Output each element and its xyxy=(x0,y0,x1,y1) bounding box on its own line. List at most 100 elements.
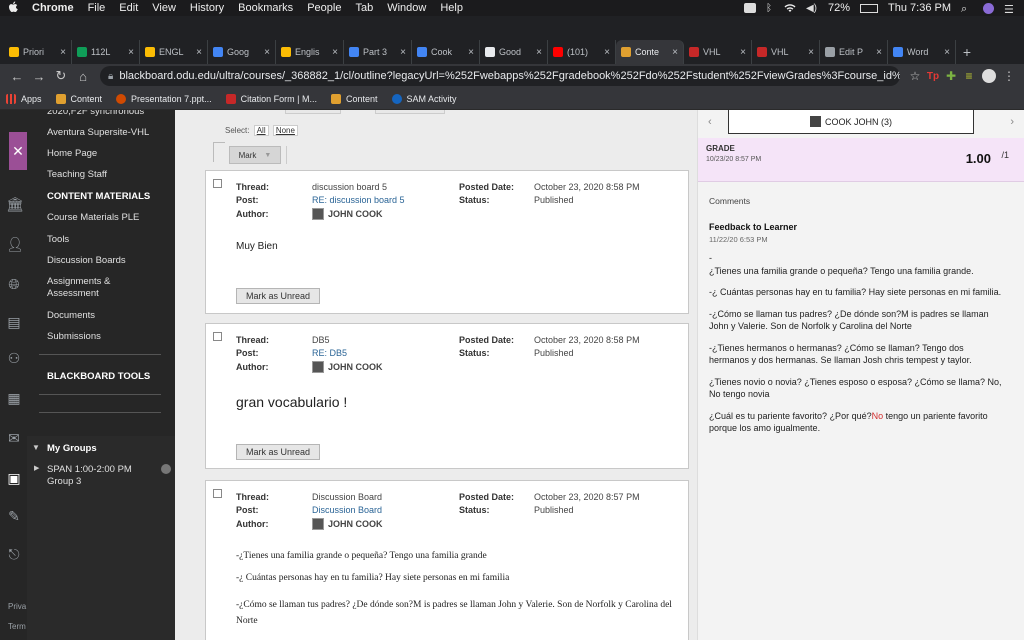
chevron-down-icon[interactable]: ▼ xyxy=(32,443,40,452)
profile-avatar[interactable] xyxy=(982,69,996,83)
mark-as-unread-button[interactable]: Mark as Unread xyxy=(236,288,320,304)
menu-teaching-staff[interactable]: Teaching Staff xyxy=(47,169,169,181)
bluetooth-icon[interactable]: ᛒ xyxy=(766,3,774,14)
chrome-menu-icon[interactable]: ⋮ xyxy=(1000,69,1018,83)
close-course-panel-button[interactable]: ✕ xyxy=(9,132,27,170)
bookmark-sam-activity[interactable]: SAM Activity xyxy=(391,93,457,104)
volume-icon[interactable]: ◀) xyxy=(806,3,818,14)
group-span-item[interactable]: SPAN 1:00-2:00 PM Group 3 xyxy=(47,464,159,488)
menu-aventura-supersite[interactable]: Aventura Supersite-VHL xyxy=(47,127,169,139)
bookmark-star-icon[interactable]: ☆ xyxy=(906,69,924,83)
browser-tab[interactable]: Good × xyxy=(480,40,548,64)
menu-course-materials-ple[interactable]: Course Materials PLE xyxy=(47,212,169,224)
menu-documents[interactable]: Documents xyxy=(47,310,169,322)
author[interactable]: JOHN COOK xyxy=(312,208,383,220)
reading-list-icon[interactable]: ≡ xyxy=(960,69,978,83)
tab-close-icon[interactable]: × xyxy=(876,47,882,58)
previous-student-icon[interactable]: ‹ xyxy=(708,116,712,128)
control-center-icon[interactable]: ☰ xyxy=(1004,3,1016,16)
menubar-app-name[interactable]: Chrome xyxy=(32,2,74,14)
browser-tab[interactable]: VHL × xyxy=(684,40,752,64)
select-none-link[interactable]: None xyxy=(272,125,298,136)
student-selector[interactable]: COOK JOHN (3) xyxy=(728,110,974,134)
post-checkbox[interactable] xyxy=(213,489,222,498)
group-options-icon[interactable] xyxy=(161,464,171,474)
spotlight-search-icon[interactable]: ⌕ xyxy=(961,3,973,15)
browser-tab[interactable]: (101) × xyxy=(548,40,616,64)
bookmark-apps[interactable]: Apps xyxy=(6,93,42,104)
menu-bookmarks[interactable]: Bookmarks xyxy=(238,2,293,14)
wifi-icon[interactable] xyxy=(784,3,796,13)
browser-tab[interactable]: ENGL × xyxy=(140,40,208,64)
tab-close-icon[interactable]: × xyxy=(264,47,270,58)
browser-tab[interactable]: Part 3 × xyxy=(344,40,412,64)
camera-icon[interactable] xyxy=(743,3,756,13)
post-checkbox[interactable] xyxy=(213,179,222,188)
menu-file[interactable]: File xyxy=(88,2,106,14)
reload-icon[interactable]: ↻ xyxy=(50,68,72,84)
menu-home-page[interactable]: Home Page xyxy=(47,148,169,160)
tab-close-icon[interactable]: × xyxy=(944,47,950,58)
siri-icon[interactable] xyxy=(983,2,994,14)
tab-close-icon[interactable]: × xyxy=(400,47,406,58)
post-link[interactable]: Discussion Board xyxy=(312,505,382,515)
profile-icon[interactable]: 👤︎ xyxy=(6,236,24,252)
bookmark-content-1[interactable]: Content xyxy=(55,93,102,104)
post-link[interactable]: RE: discussion board 5 xyxy=(312,195,405,205)
menu-submissions[interactable]: Submissions xyxy=(47,331,169,343)
back-icon[interactable]: ← xyxy=(6,69,28,84)
forward-icon[interactable]: → xyxy=(28,69,50,84)
browser-tab[interactable]: 112L × xyxy=(72,40,140,64)
privacy-link[interactable]: Priva xyxy=(8,602,26,618)
tab-close-icon[interactable]: × xyxy=(740,47,746,58)
menu-tools[interactable]: Tools xyxy=(47,234,169,246)
bookmark-content-2[interactable]: Content xyxy=(330,93,378,104)
apple-icon[interactable] xyxy=(8,1,22,16)
select-all-link[interactable]: All xyxy=(253,125,269,136)
tools-icon[interactable]: ✎ xyxy=(6,508,22,524)
browser-tab[interactable]: Englis × xyxy=(276,40,344,64)
tab-close-icon[interactable]: × xyxy=(128,47,134,58)
battery-icon[interactable] xyxy=(860,3,879,13)
browser-tab[interactable]: Goog × xyxy=(208,40,276,64)
messages-icon[interactable]: ✉ xyxy=(6,430,22,446)
bookmark-citation-form[interactable]: Citation Form | M... xyxy=(225,93,317,104)
chevron-right-icon[interactable]: ▶ xyxy=(34,464,39,472)
browser-tab[interactable]: VHL × xyxy=(752,40,820,64)
bookmark-presentation[interactable]: Presentation 7.ppt... xyxy=(116,93,212,104)
globe-icon[interactable]: 🌐︎ xyxy=(6,276,22,292)
tab-close-icon[interactable]: × xyxy=(196,47,202,58)
browser-tab[interactable]: Priori × xyxy=(4,40,72,64)
tab-close-icon[interactable]: × xyxy=(672,47,678,58)
browser-tab[interactable]: Conte × xyxy=(616,40,684,64)
menu-discussion-boards[interactable]: Discussion Boards xyxy=(47,255,169,267)
mark-dropdown-button[interactable]: Mark ▼ xyxy=(229,146,281,164)
mark-as-unread-button[interactable]: Mark as Unread xyxy=(236,444,320,460)
extension-tp-icon[interactable]: Tp xyxy=(924,71,942,82)
menu-edit[interactable]: Edit xyxy=(119,2,138,14)
terms-link[interactable]: Term xyxy=(8,622,26,638)
tab-close-icon[interactable]: × xyxy=(808,47,814,58)
grades-icon[interactable]: ▣ xyxy=(6,470,22,486)
menu-window[interactable]: Window xyxy=(387,2,426,14)
new-tab-button[interactable]: + xyxy=(956,40,978,64)
tab-close-icon[interactable]: × xyxy=(604,47,610,58)
author[interactable]: JOHN COOK xyxy=(312,361,383,373)
extensions-puzzle-icon[interactable]: ✚ xyxy=(942,69,960,83)
menu-view[interactable]: View xyxy=(152,2,176,14)
tab-close-icon[interactable]: × xyxy=(60,47,66,58)
browser-tab[interactable]: Cook × xyxy=(412,40,480,64)
author[interactable]: JOHN COOK xyxy=(312,518,383,530)
clock[interactable]: Thu 7:36 PM xyxy=(888,2,951,14)
lock-icon[interactable]: 🔒︎ xyxy=(108,71,113,82)
menu-history[interactable]: History xyxy=(190,2,224,14)
sign-out-icon[interactable]: ⎋ xyxy=(6,546,22,562)
menu-people[interactable]: People xyxy=(307,2,341,14)
my-groups-heading[interactable]: My Groups xyxy=(47,443,169,455)
tab-close-icon[interactable]: × xyxy=(332,47,338,58)
menu-assignments-assessment[interactable]: Assignments & Assessment xyxy=(47,276,137,300)
organizations-icon[interactable]: ⚇ xyxy=(6,350,22,366)
address-bar[interactable]: 🔒︎ blackboard.odu.edu/ultra/courses/_368… xyxy=(100,66,900,86)
tab-close-icon[interactable]: × xyxy=(468,47,474,58)
browser-tab[interactable]: Word × xyxy=(888,40,956,64)
